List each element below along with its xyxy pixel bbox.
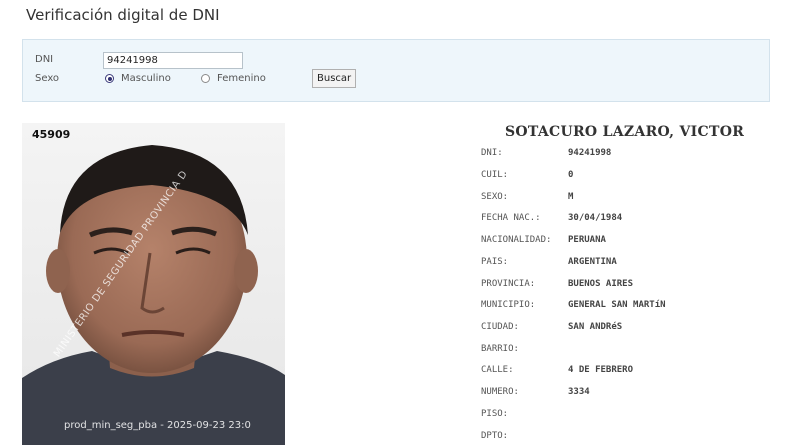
radio-femenino[interactable] xyxy=(201,74,210,83)
record-number: 45909 xyxy=(32,128,71,141)
person-portrait-image xyxy=(22,123,285,445)
detail-label: DPTO: xyxy=(481,431,509,441)
detail-label: NACIONALIDAD: xyxy=(481,235,552,245)
dni-label: DNI xyxy=(35,54,54,65)
page-title: Verificación digital de DNI xyxy=(26,6,220,24)
person-photo: 45909 MINISTERIO DE SEGURIDAD PROVINCIA … xyxy=(22,123,285,445)
detail-value: GENERAL SAN MARTíN xyxy=(568,300,666,310)
detail-value: SAN ANDRéS xyxy=(568,322,623,332)
watermark-bottom: prod_min_seg_pba - 2025-09-23 23:0 xyxy=(64,420,251,431)
detail-label: PROVINCIA: xyxy=(481,279,536,289)
detail-value: 94241998 xyxy=(568,148,612,158)
search-button[interactable]: Buscar xyxy=(312,69,357,88)
detail-label: NUMERO: xyxy=(481,387,519,397)
detail-value: 30/04/1984 xyxy=(568,213,623,223)
person-name: SOTACURO LAZARO, VICTOR xyxy=(505,124,745,140)
radio-masculino[interactable] xyxy=(105,74,114,83)
detail-label: PISO: xyxy=(481,409,509,419)
detail-label: SEXO: xyxy=(481,192,509,202)
detail-value: BUENOS AIRES xyxy=(568,279,634,289)
detail-label: BARRIO: xyxy=(481,344,519,354)
detail-value: 0 xyxy=(568,170,574,180)
detail-label: CUIL: xyxy=(481,170,509,180)
radio-femenino-label[interactable]: Femenino xyxy=(217,73,266,84)
detail-value: ARGENTINA xyxy=(568,257,617,267)
detail-label: PAIS: xyxy=(481,257,509,267)
detail-value: 4 DE FEBRERO xyxy=(568,365,634,375)
search-panel: DNI Sexo Masculino Femenino Buscar xyxy=(22,39,770,102)
detail-label: CALLE: xyxy=(481,365,514,375)
detail-value: M xyxy=(568,192,574,202)
dni-input[interactable] xyxy=(103,52,243,69)
detail-label: CIUDAD: xyxy=(481,322,519,332)
sexo-label: Sexo xyxy=(35,73,60,84)
detail-label: DNI: xyxy=(481,148,503,158)
radio-masculino-label[interactable]: Masculino xyxy=(121,73,171,84)
detail-label: MUNICIPIO: xyxy=(481,300,536,310)
detail-value: 3334 xyxy=(568,387,590,397)
detail-value: PERUANA xyxy=(568,235,606,245)
detail-label: FECHA NAC.: xyxy=(481,213,541,223)
